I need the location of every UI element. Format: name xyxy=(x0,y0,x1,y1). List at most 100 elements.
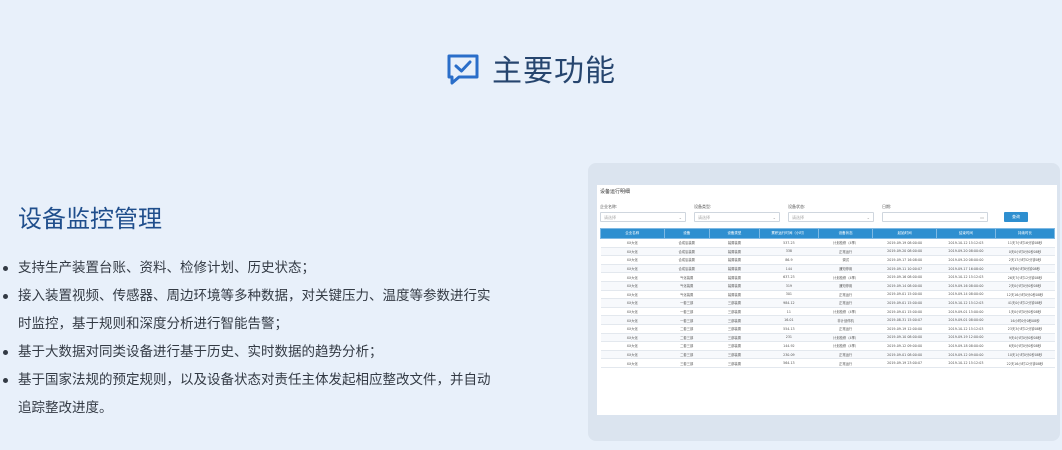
table-cell: 2019-09-11 10:00:07 xyxy=(872,264,937,274)
feature-bullet: 支持生产装置台账、资料、检修计划、历史状态； xyxy=(0,254,500,282)
filter-label: 设备类型: xyxy=(694,204,712,209)
page-title: 主要功能 xyxy=(492,54,616,89)
table-cell: 二套三部 xyxy=(664,350,710,360)
device-type-select[interactable]: 请选择 ⌄ xyxy=(694,212,780,222)
table-cell: 正常运行 xyxy=(818,350,873,360)
chevron-down-icon: ⌄ xyxy=(772,215,776,220)
table-cell: 装置装置 xyxy=(709,290,760,300)
table-row[interactable]: XX大化 一套三部 三部装置 984.12 正常运行 2019-09-01 15:00:0… xyxy=(600,298,1055,308)
chevron-down-icon: ⌄ xyxy=(678,215,682,220)
table-cell: 通知停用 xyxy=(818,281,873,291)
table-cell: 554.13 xyxy=(759,324,819,334)
table-row[interactable]: XX大化 合成氨装置 装置装置 86.9 调试 2019-09-17 16:08:00 20… xyxy=(600,255,1055,265)
table-cell: XX大化 xyxy=(600,341,665,351)
table-cell: 气化装置 xyxy=(664,272,710,282)
feature-list: 支持生产装置台账、资料、检修计划、历史状态； 接入装置视频、传感器、周边环境等多… xyxy=(0,254,500,422)
table-row[interactable]: XX大化 合成氨装置 装置装置 338 正常运行 2019-09-20 08:00:00 2… xyxy=(600,247,1055,257)
table-row[interactable]: XX大化 气化装置 装置装置 637.23 计划检修（4季） 2019-09-16 08:… xyxy=(600,272,1055,282)
table-row[interactable]: XX大化 二套三部 三部装置 144.92 计划检修（4季） 2019-09-12 09:… xyxy=(600,341,1055,351)
table-cell: 装置装置 xyxy=(709,247,760,257)
device-table: 企业名称 设备 设备类型 累积运行时间（小时） 设备状态 起始时间 结束时间 持续时长 XX大… xyxy=(600,228,1056,368)
table-cell: 0天0小时0分0秒08秒 xyxy=(995,247,1055,257)
table-cell: 23天3小时12分钟08秒 xyxy=(995,324,1055,334)
table-row[interactable]: XX大化 合成氨装置 装置装置 537.23 计划检修（4季） 2019-09-19 08… xyxy=(600,238,1055,248)
table-cell: 装置装置 xyxy=(709,264,760,274)
table-cell: 一套三部 xyxy=(664,307,710,317)
table-cell: 2019-08-31 15:00:07 xyxy=(872,315,937,325)
feature-bullet-text: 支持生产装置台账、资料、检修计划、历史状态； xyxy=(18,260,315,276)
table-cell: 2019-10-12 15:12:03 xyxy=(936,298,996,308)
table-cell: 22天16小时12分钟08秒 xyxy=(995,358,1055,368)
table-cell: 三部装置 xyxy=(709,333,760,343)
table-cell: 338 xyxy=(759,247,819,257)
table-cell: 144.92 xyxy=(759,341,819,351)
table-cell: XX大化 xyxy=(600,324,665,334)
page-header: 主要功能 xyxy=(0,46,1062,90)
table-cell: 三部装置 xyxy=(709,358,760,368)
table-cell: XX大化 xyxy=(600,281,665,291)
screenshot-frame: 设备运行明细 企业名称: 请选择 ⌄ 设备类型: 请选择 ⌄ 设备状态: 请选择 ⌄ … xyxy=(588,163,1060,441)
feature-title: 设备监控管理 xyxy=(18,205,162,233)
table-row[interactable]: XX大化 气化装置 装置装置 319 通知停用 2019-09-14 08:00:00 20… xyxy=(600,281,1055,291)
table-cell: 装置装置 xyxy=(709,281,760,291)
table-cell: 984.12 xyxy=(759,298,819,308)
column-header: 设备类型 xyxy=(708,228,760,239)
table-row[interactable]: XX大化 合成氨装置 装置装置 144 通知停用 2019-09-11 10:00:07 2… xyxy=(600,264,1055,274)
table-cell: 非计划停机 xyxy=(818,315,873,325)
filter-label: 日期: xyxy=(882,204,892,209)
table-cell: 一套三部 xyxy=(664,315,710,325)
table-cell: 计划检修（4季） xyxy=(818,307,873,317)
table-cell: 二套三部 xyxy=(664,341,710,351)
company-select[interactable]: 请选择 ⌄ xyxy=(600,212,686,222)
table-cell: 564.13 xyxy=(759,358,819,368)
screenshot-title: 设备运行明细 xyxy=(600,189,631,195)
table-row[interactable]: XX大化 三套三部 三部装置 564.13 正常运行 2019-09-19 23:00:0… xyxy=(600,358,1055,368)
table-cell: 二套三部 xyxy=(664,324,710,334)
table-cell: 2019-09-01 08:00:00 xyxy=(936,315,996,325)
column-header: 累积运行时间（小时） xyxy=(758,228,819,239)
column-header: 设备 xyxy=(663,228,710,239)
table-cell: 正常运行 xyxy=(818,324,873,334)
table-cell: XX大化 xyxy=(600,272,665,282)
filter-device-type: 设备类型: 请选择 ⌄ xyxy=(694,204,780,222)
filter-bar: 企业名称: 请选择 ⌄ 设备类型: 请选择 ⌄ 设备状态: 请选择 ⌄ 日期: ▭ 查… xyxy=(600,204,1055,222)
table-cell: 2019-09-01 15:00:00 xyxy=(872,298,937,308)
table-row[interactable]: XX大化 二套三部 三部装置 554.13 正常运行 2019-09-19 12:00:0… xyxy=(600,324,1055,334)
filter-label: 企业名称: xyxy=(600,204,618,209)
filter-date: 日期: ▭ xyxy=(882,204,988,222)
table-cell: 2019-09-18 08:00:00 xyxy=(936,341,996,351)
table-cell: 637.23 xyxy=(759,272,819,282)
device-status-select[interactable]: 请选择 ⌄ xyxy=(788,212,874,222)
date-input[interactable]: ▭ xyxy=(882,212,988,222)
table-cell: 2019-09-01 15:00:00 xyxy=(872,290,937,300)
table-cell: 2019-09-12 09:00:00 xyxy=(872,341,937,351)
table-cell: 16小时0分0秒08秒 xyxy=(995,315,1055,325)
table-cell: 计划检修（4季） xyxy=(818,341,873,351)
table-cell: 三套三部 xyxy=(664,358,710,368)
table-cell: 三部装置 xyxy=(709,315,760,325)
bullet-dot xyxy=(3,294,8,299)
table-cell: 装置装置 xyxy=(709,238,760,248)
table-row[interactable]: XX大化 一套三部 三部装置 11 计划检修（4季） 2019-09-01 15:00:0… xyxy=(600,307,1055,317)
table-cell: 气化装置 xyxy=(664,290,710,300)
filter-company: 企业名称: 请选择 ⌄ xyxy=(600,204,686,222)
table-cell: XX大化 xyxy=(600,315,665,325)
table-cell: 2019-09-17 16:08:00 xyxy=(872,255,937,265)
table-cell: 6天6小时8分钟08秒 xyxy=(995,264,1055,274)
column-header: 结束时间 xyxy=(935,228,996,239)
table-row[interactable]: XX大化 二套三部 三部装置 230.09 正常运行 2019-09-01 08:00:0… xyxy=(600,350,1055,360)
table-cell: 537.23 xyxy=(759,238,819,248)
table-row[interactable]: XX大化 二套三部 三部装置 231 计划检修（4季） 2019-09-10 08:00:… xyxy=(600,333,1055,343)
table-cell: 86.9 xyxy=(759,255,819,265)
table-cell: 301 xyxy=(759,290,819,300)
table-cell: XX大化 xyxy=(600,307,665,317)
table-cell: 2019-09-01 15:00:00 xyxy=(872,307,937,317)
table-cell: 2019-09-19 23:00:07 xyxy=(872,358,937,368)
bullet-dot xyxy=(3,350,8,355)
table-row[interactable]: XX大化 气化装置 装置装置 301 正常运行 2019-09-01 15:00:00 20… xyxy=(600,290,1055,300)
table-cell: XX大化 xyxy=(600,247,665,257)
table-cell: 二套三部 xyxy=(664,333,710,343)
table-cell: 2019-09-01 08:00:00 xyxy=(872,350,937,360)
query-button[interactable]: 查询 xyxy=(1004,212,1028,222)
table-row[interactable]: XX大化 一套三部 三部装置 16.01 非计划停机 2019-08-31 15:00:0… xyxy=(600,315,1055,325)
